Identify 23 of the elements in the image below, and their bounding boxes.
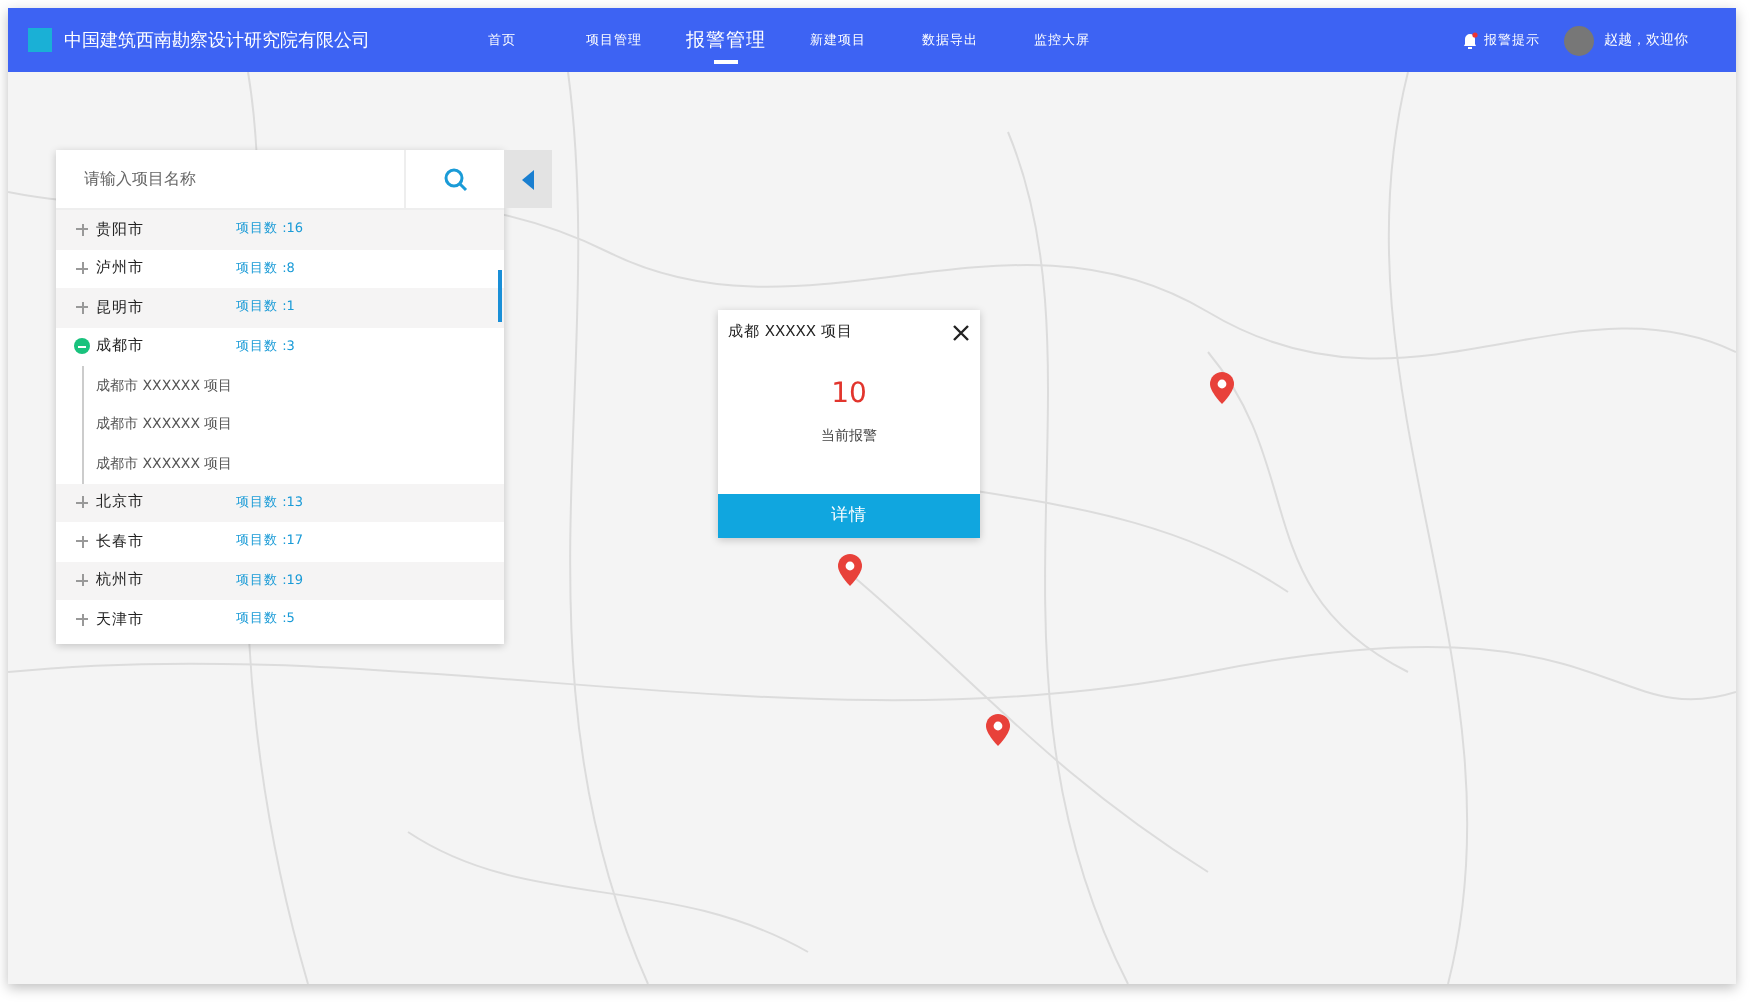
expand-icon[interactable] bbox=[74, 494, 90, 511]
nav-link[interactable]: 报警管理 bbox=[670, 8, 782, 72]
search-button[interactable] bbox=[404, 150, 504, 208]
search-icon bbox=[443, 167, 467, 191]
expand-icon[interactable] bbox=[74, 611, 90, 628]
expand-icon[interactable] bbox=[74, 533, 90, 550]
logo-icon bbox=[28, 28, 52, 52]
expand-icon[interactable] bbox=[74, 221, 90, 238]
search-field[interactable]: 请输入项目名称 bbox=[56, 150, 404, 208]
company-name: 中国建筑西南勘察设计研究院有限公司 bbox=[64, 29, 370, 53]
close-icon[interactable] bbox=[952, 323, 970, 341]
collapse-icon[interactable] bbox=[74, 338, 90, 355]
expand-icon[interactable] bbox=[74, 260, 90, 277]
map-pin-icon[interactable] bbox=[838, 554, 862, 586]
map-pin-icon[interactable] bbox=[1210, 372, 1234, 404]
collapse-panel-button[interactable] bbox=[504, 150, 552, 208]
map-pin-icon[interactable] bbox=[986, 714, 1010, 746]
caret-icon bbox=[522, 169, 534, 189]
expand-icon[interactable] bbox=[74, 299, 90, 316]
alarm-count: 10 bbox=[829, 378, 869, 410]
scrollbar[interactable] bbox=[498, 270, 502, 322]
expand-icon[interactable] bbox=[74, 572, 90, 589]
bell-icon[interactable] bbox=[1462, 31, 1478, 49]
